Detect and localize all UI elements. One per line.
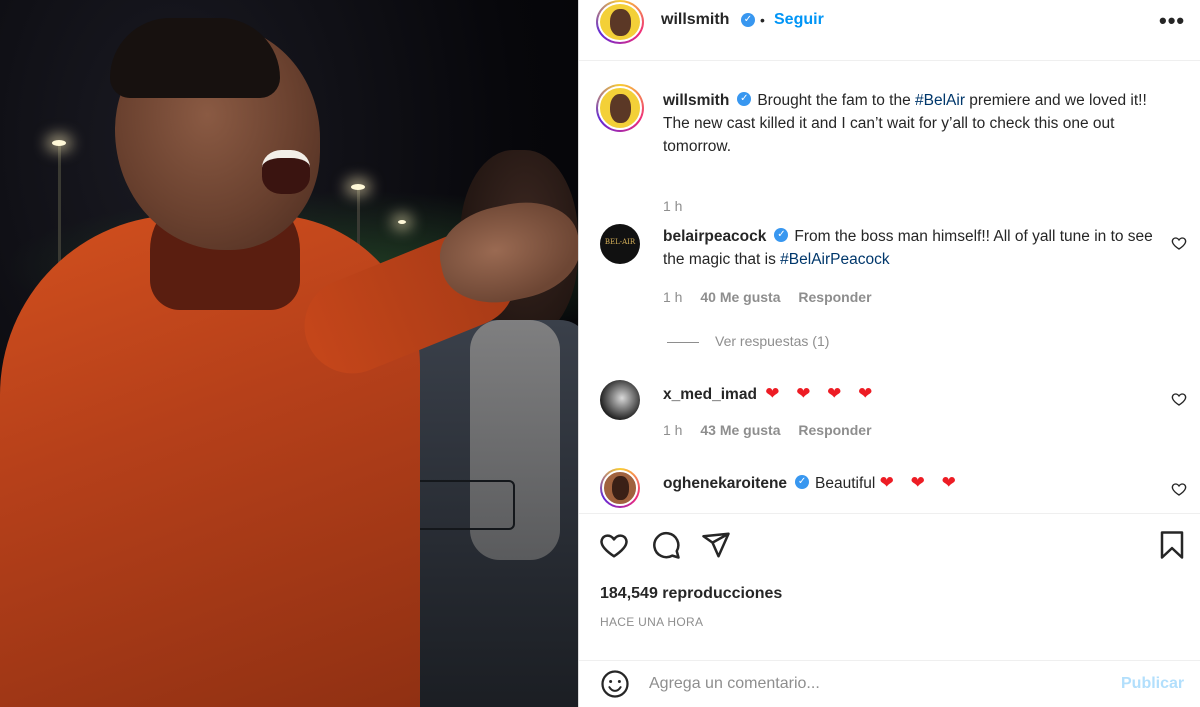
comment-item: x_med_imad ❤ ❤ ❤ ❤ 1 h 43 Me gusta Respo… [579, 378, 1200, 458]
view-replies-button[interactable]: Ver respuestas (1) [667, 333, 829, 349]
post-header: willsmith ✓ • Seguir ••• [579, 0, 1200, 61]
jacket-pocket [405, 480, 515, 530]
commenter-avatar[interactable]: BEL-AIR [600, 224, 640, 264]
post-comment-button[interactable]: Publicar [1121, 675, 1184, 693]
comments-list[interactable]: willsmith ✓ Brought the fam to the #BelAir… [579, 62, 1200, 512]
comment-likes-count[interactable]: 43 Me gusta [700, 422, 780, 438]
heart-icon[interactable] [599, 530, 629, 560]
author-avatar[interactable] [596, 84, 644, 132]
belair-logo: BEL-AIR [604, 238, 636, 246]
post-side-panel: willsmith ✓ • Seguir ••• willsmith ✓ Broug… [578, 0, 1200, 707]
hashtag-link[interactable]: #BelAir [915, 92, 965, 109]
caption-body: Brought the fam to the [757, 92, 916, 109]
share-icon[interactable] [701, 530, 731, 560]
comment-text: belairpeacock ✓ From the boss man himself!… [663, 225, 1163, 271]
view-count[interactable]: 184,549 reproducciones [600, 585, 782, 603]
comment-like-heart-icon[interactable] [1171, 391, 1187, 407]
comment-meta: 1 h 40 Me gusta Responder [663, 289, 886, 305]
add-comment-bar: Publicar [579, 660, 1200, 707]
reply-button[interactable]: Responder [798, 289, 871, 305]
verified-badge-icon: ✓ [795, 474, 810, 489]
street-light [52, 140, 66, 146]
author-avatar[interactable] [596, 0, 644, 44]
comment-text: x_med_imad ❤ ❤ ❤ ❤ [663, 382, 1163, 406]
comment-like-heart-icon[interactable] [1171, 481, 1187, 497]
comment-time[interactable]: 1 h [663, 422, 682, 438]
comment-item: oghenekaroitene ✓ Beautiful ❤ ❤ ❤ [579, 466, 1200, 512]
comment-icon[interactable] [651, 530, 681, 560]
caption-meta: 1 h [663, 198, 696, 214]
post-timestamp[interactable]: HACE UNA HORA [600, 615, 703, 629]
follow-button[interactable]: Seguir [774, 11, 824, 29]
comment-input[interactable] [649, 673, 1109, 695]
post-caption: willsmith ✓ Brought the fam to the #BelAir… [579, 84, 1200, 224]
caption-username[interactable]: willsmith [663, 92, 729, 109]
commenter-username[interactable]: belairpeacock [663, 228, 766, 245]
emoji-icon[interactable] [600, 669, 630, 699]
commenter-username[interactable]: x_med_imad [663, 386, 757, 403]
post-actions: 184,549 reproducciones HACE UNA HORA [579, 513, 1200, 673]
heart-emojis: ❤ ❤ ❤ [879, 473, 962, 492]
comment-body: Beautiful [815, 475, 876, 492]
heart-emojis: ❤ ❤ ❤ ❤ [765, 384, 879, 403]
comment-item: BEL-AIR belairpeacock ✓ From the boss man … [579, 222, 1200, 382]
comment-like-heart-icon[interactable] [1171, 235, 1187, 251]
comment-text: oghenekaroitene ✓ Beautiful ❤ ❤ ❤ [663, 471, 1163, 495]
more-options-icon[interactable]: ••• [1159, 8, 1185, 34]
verified-badge-icon: ✓ [741, 13, 755, 27]
author-username[interactable]: willsmith [661, 11, 729, 29]
reply-button[interactable]: Responder [798, 422, 871, 438]
commenter-username[interactable]: oghenekaroitene [663, 475, 787, 492]
hashtag-link[interactable]: #BelAirPeacock [780, 251, 889, 268]
separator-dot: • [760, 12, 765, 28]
street-light [398, 220, 406, 224]
street-light-pole [58, 145, 61, 265]
person-hair [110, 18, 280, 98]
caption-time[interactable]: 1 h [663, 198, 682, 214]
comment-time[interactable]: 1 h [663, 289, 682, 305]
post-video[interactable] [0, 0, 578, 707]
comment-meta: 1 h 43 Me gusta Responder [663, 422, 886, 438]
verified-badge-icon: ✓ [774, 227, 789, 242]
caption-text: willsmith ✓ Brought the fam to the #BelAir… [663, 89, 1163, 158]
commenter-avatar[interactable] [600, 380, 640, 420]
comment-likes-count[interactable]: 40 Me gusta [700, 289, 780, 305]
verified-badge-icon: ✓ [737, 91, 752, 106]
replies-divider [667, 341, 699, 343]
street-light [351, 184, 365, 190]
view-replies-label: Ver respuestas (1) [715, 333, 830, 349]
bookmark-icon[interactable] [1157, 530, 1187, 560]
commenter-avatar[interactable] [600, 468, 640, 508]
person-mouth [262, 150, 310, 194]
